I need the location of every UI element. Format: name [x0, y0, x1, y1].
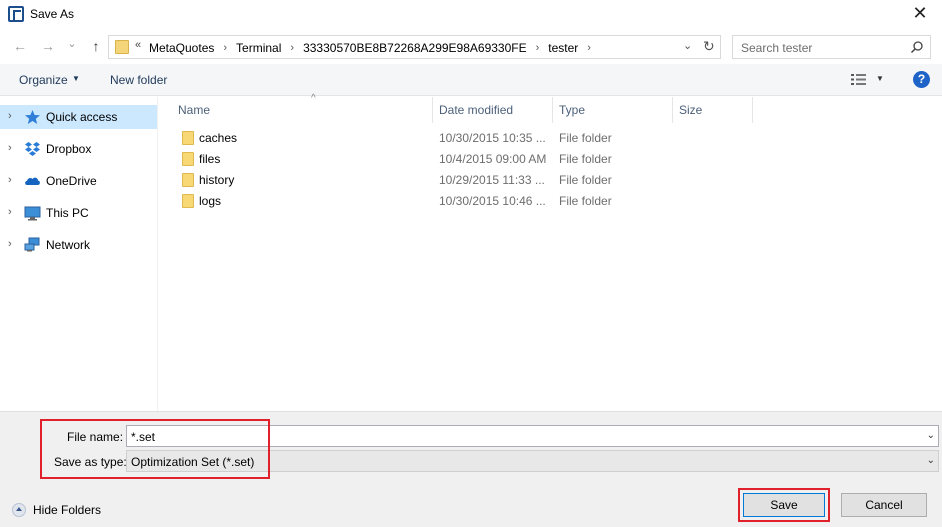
- file-name-value: *.set: [131, 430, 156, 444]
- file-type: File folder: [559, 131, 612, 145]
- recent-locations-button[interactable]: ⌄: [62, 34, 82, 54]
- file-name: history: [199, 173, 235, 187]
- sidebar-item-label: This PC: [46, 206, 89, 220]
- folder-icon: [182, 173, 194, 187]
- view-options-icon[interactable]: [851, 73, 867, 86]
- file-type: File folder: [559, 194, 612, 208]
- cloud-icon: [25, 177, 40, 185]
- navigation-pane: › Quick access › Dropbox › OneDrive › Th…: [0, 97, 158, 411]
- network-icon: [24, 237, 40, 252]
- star-icon: [25, 110, 40, 124]
- breadcrumb: MetaQuotes › Terminal › 33330570BE8B7226…: [149, 40, 600, 56]
- dropbox-icon: [25, 142, 40, 156]
- organize-button[interactable]: Organize: [19, 73, 68, 87]
- monitor-icon: [24, 206, 41, 221]
- file-name: logs: [199, 194, 222, 208]
- sidebar-item-this-pc[interactable]: › This PC: [0, 201, 157, 225]
- file-name-field[interactable]: *.set ⌄: [126, 425, 939, 447]
- file-date: 10/4/2015 09:00 AM: [439, 152, 547, 166]
- sidebar-item-quick-access[interactable]: › Quick access: [0, 105, 157, 129]
- window-title: Save As: [30, 7, 75, 21]
- save-as-type-select[interactable]: Optimization Set (*.set) ⌄: [126, 450, 939, 472]
- search-placeholder: Search tester: [741, 41, 813, 55]
- chevron-down-icon[interactable]: ▼: [876, 74, 884, 83]
- address-bar[interactable]: « MetaQuotes › Terminal › 33330570BE8B72…: [108, 35, 721, 59]
- chevron-up-icon: [12, 503, 26, 517]
- title-bar: Save As ✕: [0, 0, 942, 30]
- chevron-right-icon[interactable]: ›: [223, 42, 227, 54]
- file-name: caches: [199, 131, 238, 145]
- breadcrumb-overflow[interactable]: «: [135, 39, 141, 51]
- save-button[interactable]: Save: [743, 493, 825, 517]
- chevron-right-icon[interactable]: ›: [290, 42, 294, 54]
- help-icon[interactable]: ?: [913, 71, 930, 88]
- refresh-button[interactable]: ↻: [703, 38, 715, 55]
- close-button[interactable]: ✕: [906, 2, 934, 26]
- folder-icon: [182, 131, 194, 145]
- breadcrumb-item[interactable]: tester: [548, 41, 578, 55]
- column-header-date-modified[interactable]: Date modified: [433, 97, 553, 123]
- column-header-type[interactable]: Type: [553, 97, 673, 123]
- sidebar-item-label: Quick access: [46, 110, 118, 124]
- sort-ascending-icon: ^: [311, 93, 316, 104]
- save-form: File name: *.set ⌄ Save as type: Optimiz…: [0, 411, 942, 527]
- chevron-down-icon[interactable]: ⌄: [927, 430, 935, 441]
- sidebar-item-label: Dropbox: [46, 142, 92, 156]
- chevron-down-icon[interactable]: ▼: [72, 74, 80, 83]
- file-date: 10/29/2015 11:33 ...: [439, 173, 545, 187]
- sidebar-item-label: Network: [46, 238, 91, 252]
- file-name: files: [199, 152, 221, 166]
- chevron-right-icon[interactable]: ›: [8, 206, 12, 218]
- breadcrumb-item[interactable]: 33330570BE8B72268A299E98A69330FE: [303, 41, 527, 55]
- sidebar-item-network[interactable]: › Network: [0, 233, 157, 257]
- new-folder-button[interactable]: New folder: [110, 73, 167, 87]
- file-type: File folder: [559, 173, 612, 187]
- folder-icon: [182, 152, 194, 166]
- up-button[interactable]: ↑: [86, 36, 106, 56]
- column-label: Date modified: [439, 103, 514, 117]
- cancel-button[interactable]: Cancel: [841, 493, 927, 517]
- file-type: File folder: [559, 152, 612, 166]
- breadcrumb-item[interactable]: Terminal: [236, 41, 281, 55]
- sidebar-item-label: OneDrive: [46, 174, 97, 188]
- command-bar: Organize ▼ New folder ▼ ?: [0, 64, 942, 96]
- folder-icon: [182, 194, 194, 208]
- list-item[interactable]: logs 10/30/2015 10:46 ... File folder: [158, 191, 758, 212]
- file-name-label: File name:: [67, 430, 124, 444]
- folder-icon: [115, 40, 129, 54]
- hide-folders-button[interactable]: Hide Folders: [12, 502, 112, 518]
- column-label: Type: [559, 103, 586, 117]
- chevron-down-icon[interactable]: ⌄: [927, 455, 935, 466]
- address-dropdown-button[interactable]: ⌄: [683, 39, 692, 52]
- back-button[interactable]: ←: [10, 36, 30, 56]
- search-input[interactable]: Search tester: [732, 35, 931, 59]
- chevron-right-icon[interactable]: ›: [587, 42, 591, 54]
- column-label: Size: [679, 103, 703, 117]
- breadcrumb-item[interactable]: MetaQuotes: [149, 41, 214, 55]
- column-header-size[interactable]: Size: [673, 97, 753, 123]
- app-icon: [8, 6, 24, 22]
- chevron-right-icon[interactable]: ›: [8, 238, 12, 250]
- chevron-right-icon[interactable]: ›: [8, 142, 12, 154]
- file-date: 10/30/2015 10:46 ...: [439, 194, 546, 208]
- sidebar-item-onedrive[interactable]: › OneDrive: [0, 169, 157, 193]
- search-icon[interactable]: [910, 40, 924, 54]
- forward-button[interactable]: →: [38, 36, 58, 56]
- file-list: Name ^ Date modified Type Size caches 10…: [158, 93, 942, 411]
- chevron-right-icon[interactable]: ›: [8, 174, 12, 186]
- hide-folders-label: Hide Folders: [33, 503, 102, 517]
- save-as-type-label: Save as type:: [54, 455, 127, 469]
- column-label: Name: [178, 103, 211, 117]
- sidebar-item-dropbox[interactable]: › Dropbox: [0, 137, 157, 161]
- chevron-right-icon[interactable]: ›: [8, 110, 12, 122]
- save-as-type-value: Optimization Set (*.set): [131, 455, 255, 469]
- list-item[interactable]: caches 10/30/2015 10:35 ... File folder: [158, 128, 758, 149]
- list-item[interactable]: history 10/29/2015 11:33 ... File folder: [158, 170, 758, 191]
- navigation-bar: ← → ⌄ ↑ « MetaQuotes › Terminal › 333305…: [0, 30, 942, 64]
- list-item[interactable]: files 10/4/2015 09:00 AM File folder: [158, 149, 758, 170]
- chevron-right-icon[interactable]: ›: [536, 42, 540, 54]
- file-date: 10/30/2015 10:35 ...: [439, 131, 546, 145]
- column-header-name[interactable]: Name ^: [172, 93, 433, 123]
